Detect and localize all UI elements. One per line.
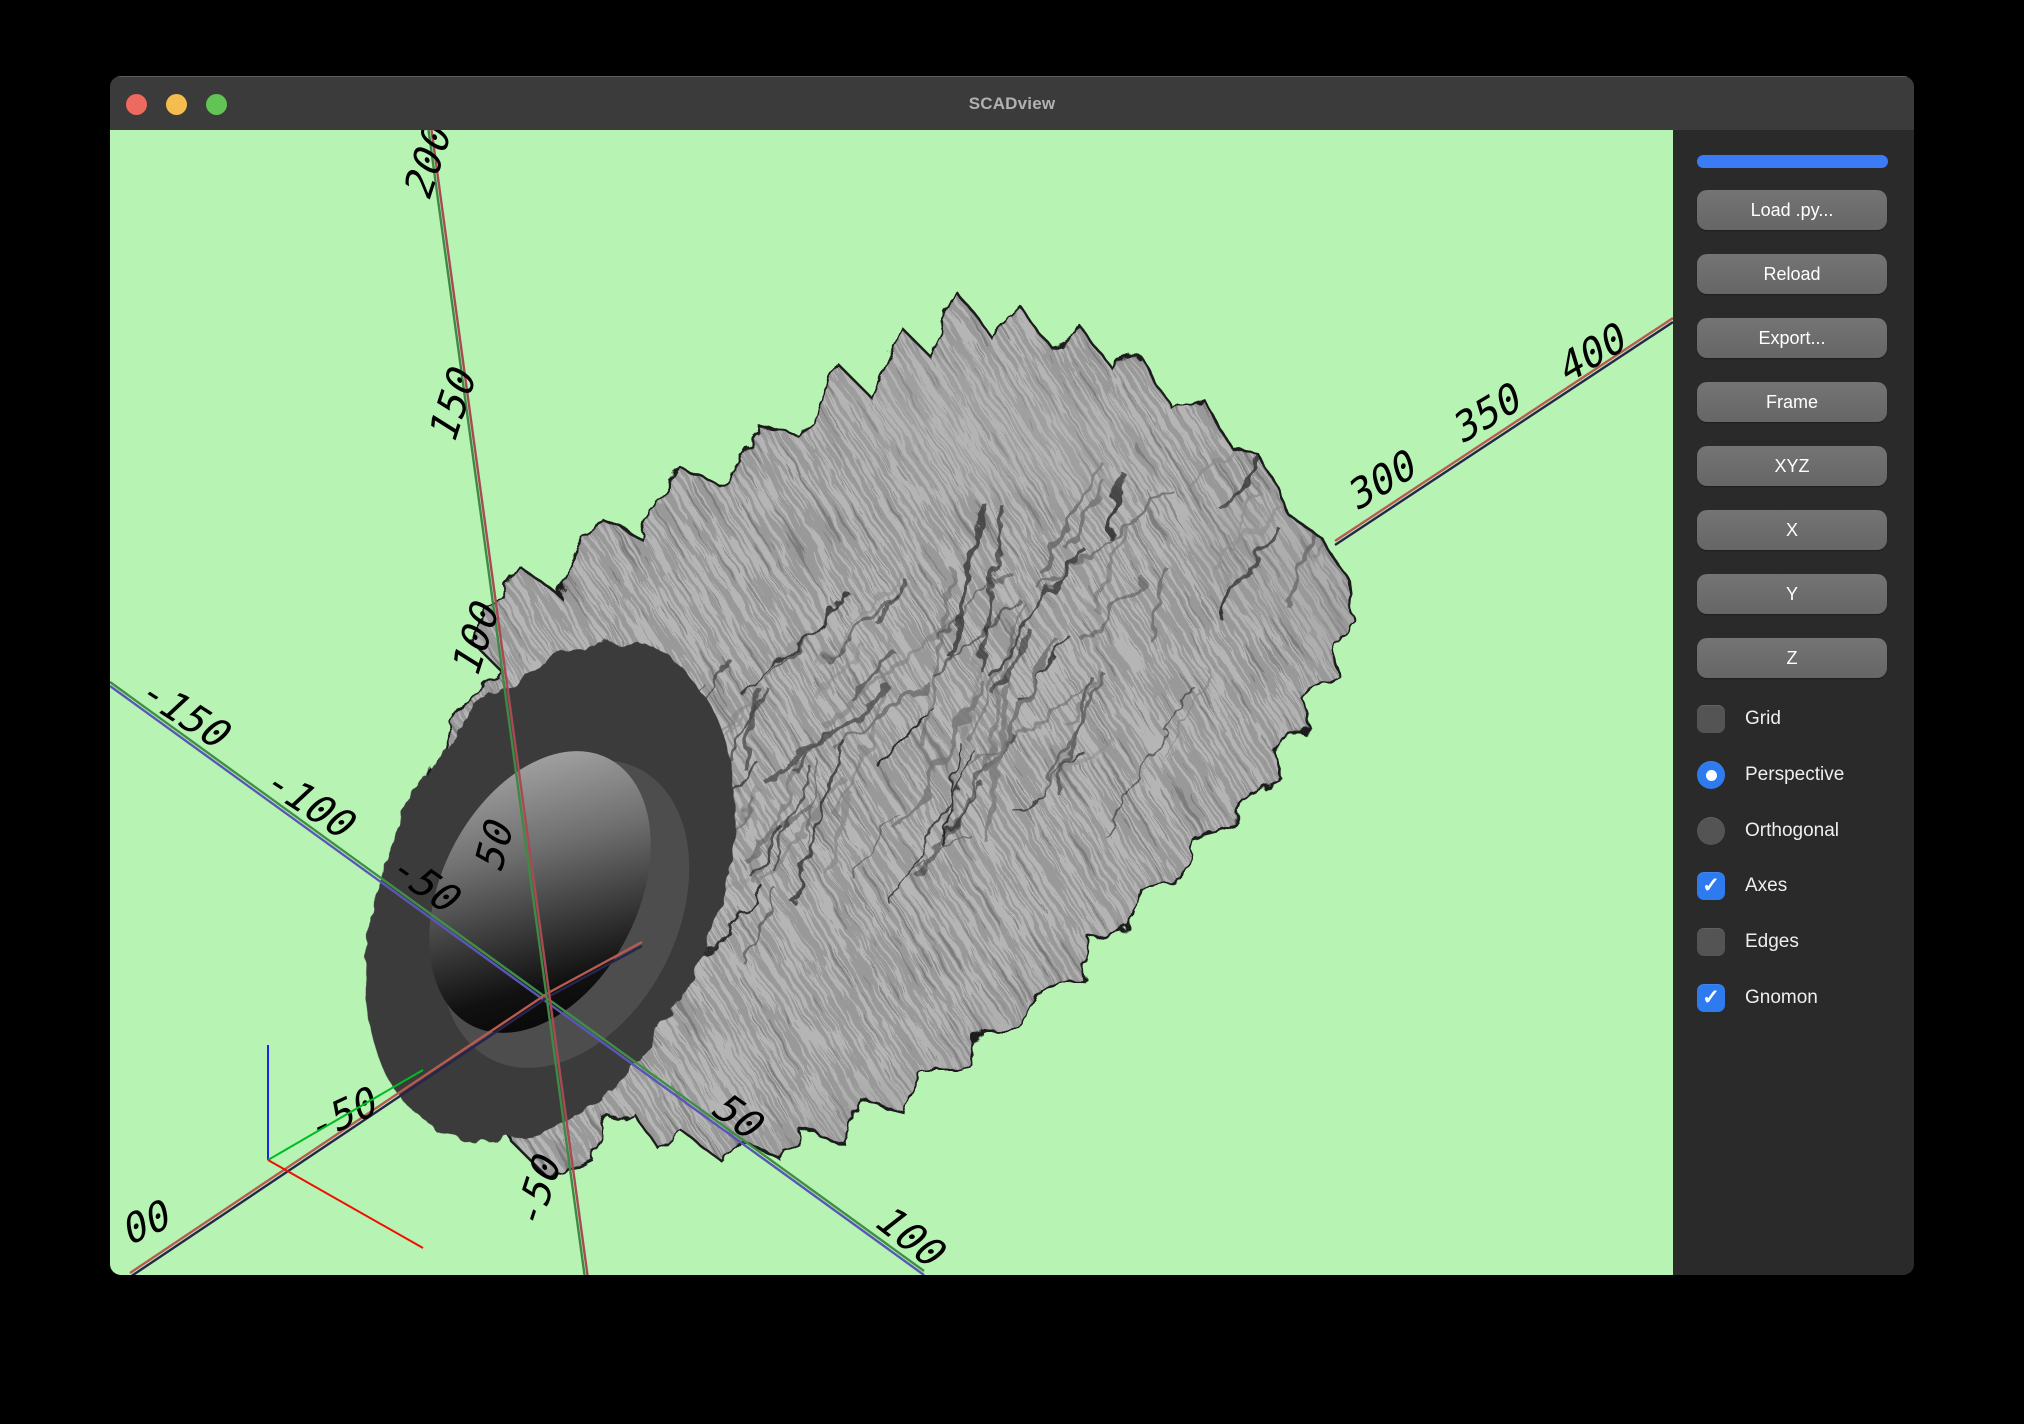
axis-tick-label: -50 xyxy=(306,1075,381,1153)
progress-bar xyxy=(1697,155,1888,168)
control-sidebar: Load .py... Reload Export... Frame XYZ XYZ Gr… xyxy=(1673,130,1914,1275)
toggle-label: Edges xyxy=(1745,931,1799,953)
perspective-radio[interactable]: Perspective xyxy=(1697,761,1844,789)
checkbox-indicator[interactable]: ✓ xyxy=(1697,872,1725,900)
x-button[interactable]: X xyxy=(1697,510,1887,550)
checkbox-indicator[interactable] xyxy=(1697,705,1725,733)
checkbox-indicator[interactable]: ✓ xyxy=(1697,984,1725,1012)
scene-canvas: 20015010050-50-150-100-5050100300350400-… xyxy=(110,130,1673,1275)
radio-dot xyxy=(1706,770,1717,781)
edges-checkbox[interactable]: Edges xyxy=(1697,928,1799,956)
axis-tick-label: 100 xyxy=(864,1200,959,1274)
axes-checkbox[interactable]: ✓ Axes xyxy=(1697,872,1787,900)
y-button[interactable]: Y xyxy=(1697,574,1887,614)
reload-button[interactable]: Reload xyxy=(1697,254,1887,294)
gnomon-x-axis xyxy=(268,1160,423,1248)
axis-tick-label: 150 xyxy=(421,356,485,451)
window-title: SCADview xyxy=(110,77,1914,131)
axis-tick-label: -150 xyxy=(127,670,243,756)
orthogonal-radio[interactable]: Orthogonal xyxy=(1697,817,1839,845)
toggle-label: Orthogonal xyxy=(1745,820,1839,842)
radio-indicator[interactable] xyxy=(1697,817,1725,845)
titlebar[interactable]: SCADview xyxy=(110,76,1914,130)
toggle-label: Perspective xyxy=(1745,764,1844,786)
check-icon: ✓ xyxy=(1702,987,1720,1008)
toggle-label: Axes xyxy=(1745,875,1787,897)
checkbox-indicator[interactable] xyxy=(1697,928,1725,956)
gnomon-y-axis xyxy=(268,1070,423,1160)
axis-tick-label: 400 xyxy=(1555,311,1631,395)
axis-tick-label: 200 xyxy=(396,130,460,208)
gnomon-checkbox[interactable]: ✓ Gnomon xyxy=(1697,984,1818,1012)
xyz-button[interactable]: XYZ xyxy=(1697,446,1887,486)
axis-tick-label: -100 xyxy=(252,760,368,846)
frame-button[interactable]: Frame xyxy=(1697,382,1887,422)
axis-tick-label: 350 xyxy=(1450,371,1526,455)
toggle-label: Gnomon xyxy=(1745,987,1818,1009)
axis-tick-label: 00 xyxy=(121,1188,174,1256)
grid-checkbox[interactable]: Grid xyxy=(1697,705,1781,733)
app-window: SCADview xyxy=(110,76,1914,1275)
toggle-label: Grid xyxy=(1745,708,1781,730)
radio-indicator[interactable] xyxy=(1697,761,1725,789)
load-py-button[interactable]: Load .py... xyxy=(1697,190,1887,230)
export-button[interactable]: Export... xyxy=(1697,318,1887,358)
viewport-3d[interactable]: 20015010050-50-150-100-5050100300350400-… xyxy=(110,130,1673,1275)
z-button[interactable]: Z xyxy=(1697,638,1887,678)
check-icon: ✓ xyxy=(1702,875,1720,896)
